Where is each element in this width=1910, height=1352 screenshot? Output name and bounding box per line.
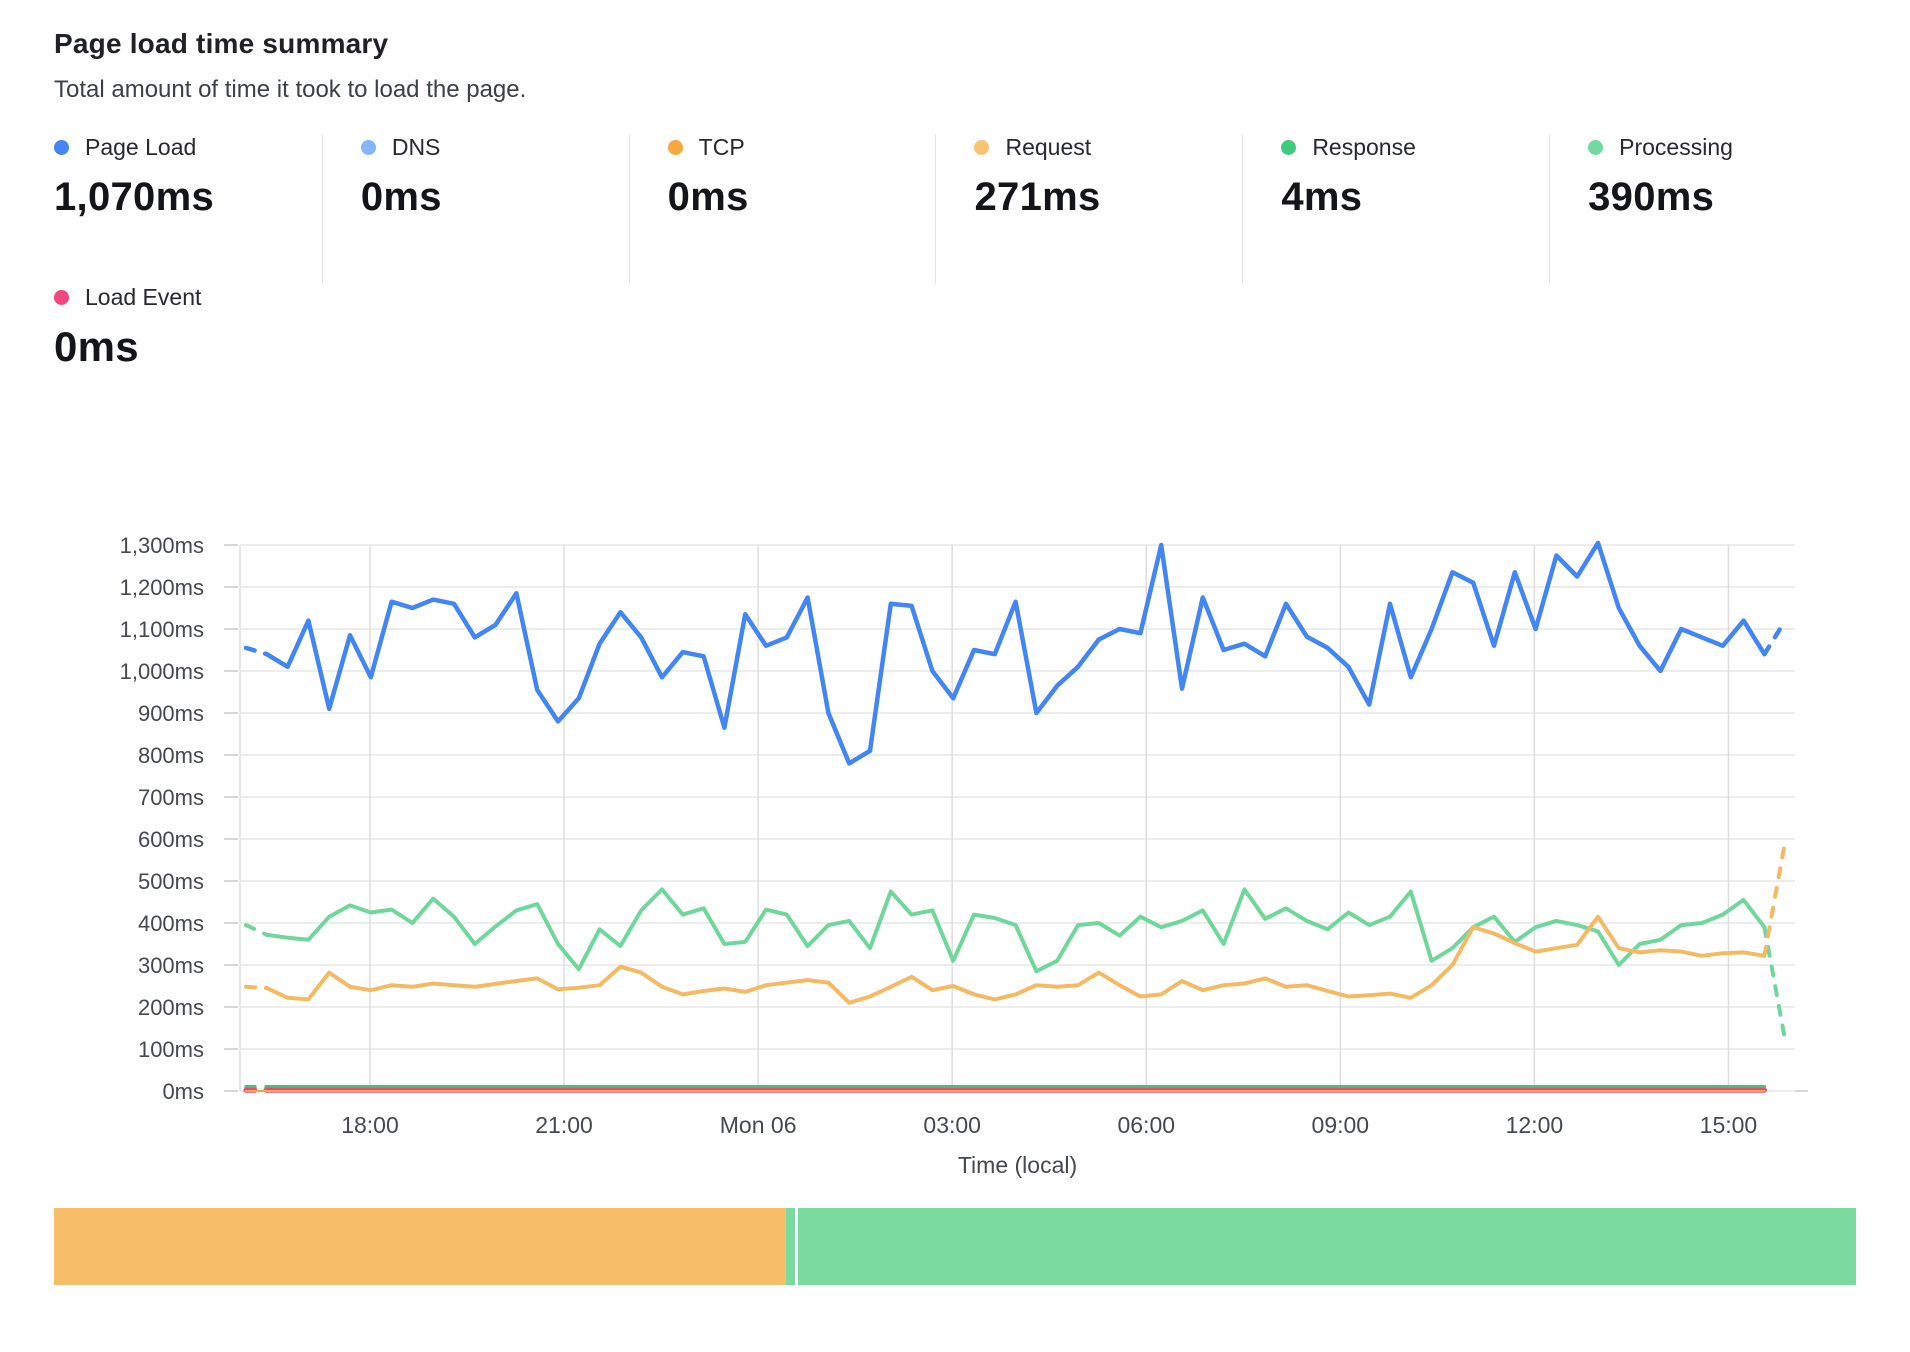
metric-header: Processing (1588, 134, 1856, 161)
timeline-segment-1[interactable] (786, 1208, 795, 1285)
metric-load-event[interactable]: Load Event 0ms (54, 284, 201, 371)
y-tick-label: 700ms (138, 785, 204, 810)
y-tick-label: 0ms (162, 1079, 204, 1104)
y-tick-label: 1,000ms (120, 659, 204, 684)
metric-processing[interactable]: Processing 390ms (1549, 134, 1856, 284)
metric-request[interactable]: Request 271ms (935, 134, 1242, 284)
y-tick-label: 800ms (138, 743, 204, 768)
metric-value: 1,070ms (54, 175, 322, 220)
x-tick-label: 03:00 (923, 1112, 981, 1138)
y-tick-label: 1,300ms (120, 533, 204, 558)
series-color-dot (974, 140, 989, 155)
series-request-dash-end (1764, 841, 1785, 956)
y-tick-label: 300ms (138, 953, 204, 978)
x-tick-label: 09:00 (1312, 1112, 1370, 1138)
metric-value: 0ms (54, 323, 201, 371)
series-color-dot (54, 290, 69, 305)
y-tick-label: 1,100ms (120, 617, 204, 642)
y-tick-label: 1,200ms (120, 575, 204, 600)
series-request-dash-start (246, 987, 267, 988)
x-tick-label: 06:00 (1117, 1112, 1175, 1138)
y-tick-label: 100ms (138, 1037, 204, 1062)
y-tick-label: 600ms (138, 827, 204, 852)
page-title: Page load time summary (54, 28, 1856, 60)
metric-value: 271ms (974, 175, 1242, 220)
latency-chart[interactable]: 0ms 100ms 200ms 300ms 400ms 500ms 600ms 700ms 80… (54, 521, 1856, 1206)
metric-value: 0ms (361, 175, 629, 220)
series-page-load-dash-end (1764, 621, 1785, 655)
metric-value: 0ms (668, 175, 936, 220)
page-load-summary-panel: Page load time summary Total amount of t… (0, 0, 1910, 1352)
y-tick-label: 200ms (138, 995, 204, 1020)
metric-page-load[interactable]: Page Load 1,070ms (54, 134, 322, 284)
latency-chart-svg[interactable]: 0ms 100ms 200ms 300ms 400ms 500ms 600ms 700ms 80… (54, 521, 1856, 1201)
metric-dns[interactable]: DNS 0ms (322, 134, 629, 284)
metric-header: DNS (361, 134, 629, 161)
y-tick-label: 900ms (138, 701, 204, 726)
metric-header: TCP (668, 134, 936, 161)
x-tick-label: 18:00 (341, 1112, 399, 1138)
metric-response[interactable]: Response 4ms (1242, 134, 1549, 284)
y-tick-label: 400ms (138, 911, 204, 936)
metric-label: Response (1312, 134, 1416, 161)
metric-label: TCP (699, 134, 745, 161)
metric-label: Load Event (85, 284, 201, 311)
series-color-dot (1588, 140, 1603, 155)
x-tick-label: Mon 06 (720, 1112, 797, 1138)
series-page-load (267, 543, 1765, 764)
metric-label: Page Load (85, 134, 196, 161)
series-processing-dash-start (246, 925, 267, 935)
x-tick-label: 21:00 (535, 1112, 593, 1138)
series-color-dot (1281, 140, 1296, 155)
series-color-dot (668, 140, 683, 155)
series-color-dot (361, 140, 376, 155)
metrics-row: Page Load 1,070ms DNS 0ms TCP 0ms Request 271ms… (54, 134, 1856, 284)
timeline-segment-3[interactable] (798, 1208, 1856, 1285)
metric-header: Response (1281, 134, 1549, 161)
series-processing-dash-end (1764, 927, 1785, 1040)
y-tick-label: 500ms (138, 869, 204, 894)
metric-label: DNS (392, 134, 441, 161)
series-page-load-dash-start (246, 648, 267, 654)
metric-tcp[interactable]: TCP 0ms (629, 134, 936, 284)
metric-label: Processing (1619, 134, 1733, 161)
x-tick-label: 15:00 (1700, 1112, 1758, 1138)
page-subtitle: Total amount of time it took to load the… (54, 76, 1856, 104)
metric-header: Load Event (54, 284, 201, 311)
series-color-dot (54, 140, 69, 155)
x-tick-label: 12:00 (1506, 1112, 1564, 1138)
series-processing (267, 889, 1765, 971)
metrics-row-2: Load Event 0ms (54, 284, 1856, 371)
status-timeline-bar (54, 1208, 1856, 1285)
metric-header: Request (974, 134, 1242, 161)
x-axis-title: Time (local) (958, 1152, 1077, 1178)
metric-value: 4ms (1281, 175, 1549, 220)
timeline-segment-0[interactable] (54, 1208, 786, 1285)
metric-label: Request (1005, 134, 1091, 161)
metric-value: 390ms (1588, 175, 1856, 220)
metric-header: Page Load (54, 134, 322, 161)
